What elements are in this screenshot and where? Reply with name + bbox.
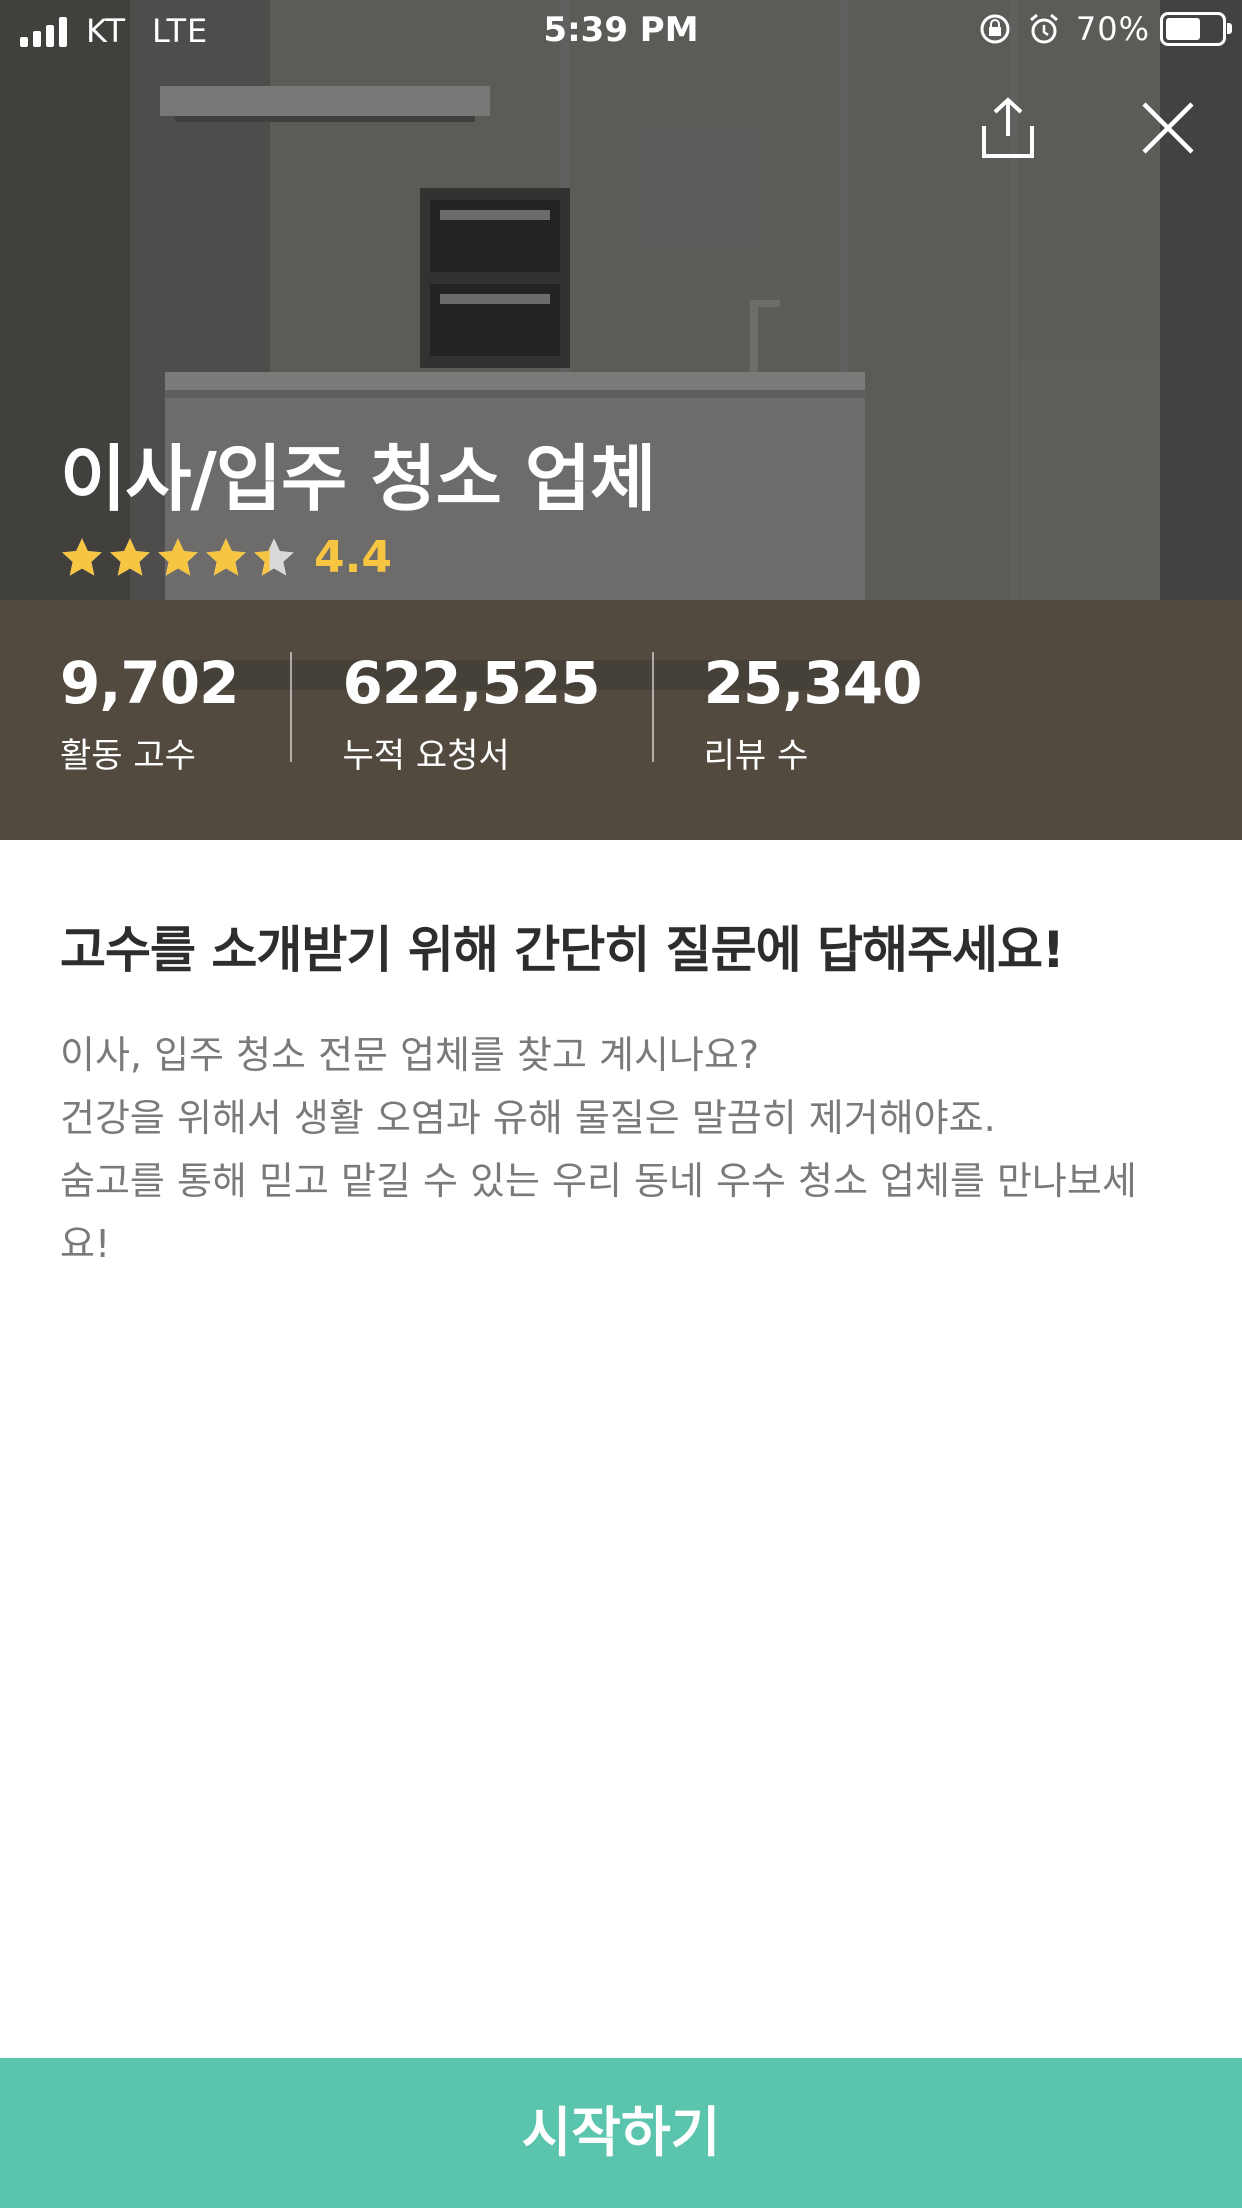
star-icon (254, 537, 294, 576)
share-button[interactable] (968, 88, 1048, 168)
star-icon (206, 537, 246, 576)
star-icon (110, 537, 150, 576)
rotation-lock-icon (980, 14, 1010, 44)
stat-label: 누적 요청서 (342, 736, 510, 776)
stat-value: 9,702 (60, 649, 239, 717)
stat-label: 활동 고수 (60, 736, 196, 776)
stat-divider (651, 652, 654, 762)
star-icon (62, 537, 102, 576)
battery-percent: 70% (1075, 10, 1150, 48)
description-line: 요! (60, 1222, 111, 1266)
close-button[interactable] (1128, 88, 1208, 168)
description: 이사, 입주 청소 전문 업체를 찾고 계시나요? 건강을 위해서 생활 오염과… (60, 1024, 1190, 1276)
description-line: 숨고를 통해 믿고 맡길 수 있는 우리 동네 우수 청소 업체를 만나보세 (60, 1159, 1137, 1203)
stat-value: 25,340 (703, 649, 923, 717)
description-line: 건강을 위해서 생활 오염과 유해 물질은 말끔히 제거해야죠. (60, 1096, 996, 1140)
battery-level-fill (1166, 18, 1200, 40)
stat-review-count: 25,340 리뷰 수 (703, 648, 923, 777)
stat-active-pros: 9,702 활동 고수 (60, 648, 239, 777)
start-button[interactable]: 시작하기 (0, 2058, 1242, 2208)
page-title: 이사/입주 청소 업체 (60, 437, 656, 521)
stat-label: 리뷰 수 (703, 736, 809, 776)
share-icon (982, 97, 1034, 158)
intro-section: 고수를 소개받기 위해 간단히 질문에 답해주세요! 이사, 입주 청소 전문 … (60, 910, 1190, 1276)
star-icon (158, 537, 198, 576)
stat-value: 622,525 (342, 649, 600, 717)
star-rating (60, 536, 300, 580)
hero-banner: KT LTE 5:39 PM 70% 이사/입주 청소 업체 4.4 9,702… (0, 0, 1242, 840)
status-bar: KT LTE 5:39 PM 70% (0, 0, 1242, 62)
rating-value: 4.4 (314, 532, 392, 583)
alarm-icon (1029, 13, 1058, 44)
status-right: 70% (978, 10, 1232, 48)
rating: 4.4 (60, 532, 392, 583)
stat-total-requests: 622,525 누적 요청서 (342, 648, 600, 777)
battery-icon (1160, 12, 1232, 46)
stat-divider (290, 652, 293, 762)
question-heading: 고수를 소개받기 위해 간단히 질문에 답해주세요! (60, 921, 1065, 979)
stats-row: 9,702 활동 고수 622,525 누적 요청서 25,340 리뷰 수 (60, 648, 923, 777)
description-line: 이사, 입주 청소 전문 업체를 찾고 계시나요? (60, 1033, 760, 1077)
close-icon (1142, 102, 1194, 154)
